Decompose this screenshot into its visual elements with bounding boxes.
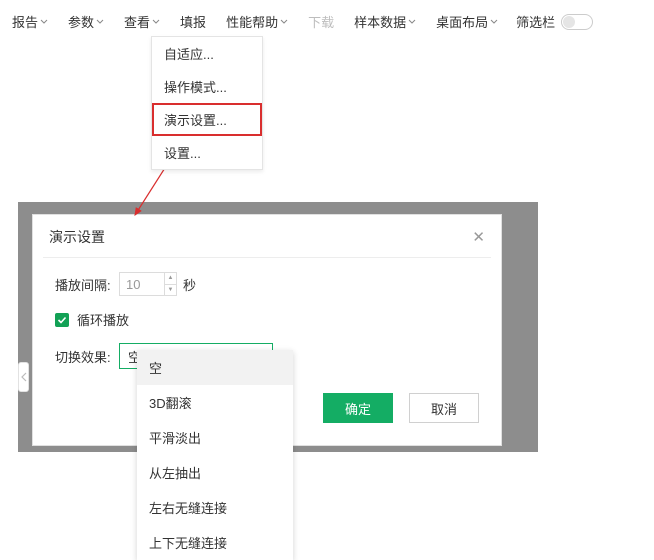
dropdown-item-label: 演示设置... [164,113,227,128]
loop-checkbox[interactable]: 循环播放 [55,310,129,329]
loop-label: 循环播放 [77,310,129,329]
menu-label: 样本数据 [354,12,406,31]
menu-label: 桌面布局 [436,12,488,31]
dropdown-item-label: 设置... [164,146,201,161]
option-3d-roll[interactable]: 3D翻滚 [137,385,293,420]
chevron-down-icon [408,19,416,25]
dropdown-item-opmode[interactable]: 操作模式... [152,70,262,103]
option-label: 从左抽出 [149,466,201,481]
scroll-handle[interactable] [18,362,29,392]
dropdown-item-presentation-settings[interactable]: 演示设置... [152,103,262,136]
cancel-button[interactable]: 取消 [409,393,479,423]
option-label: 3D翻滚 [149,396,192,411]
option-seamless-tb[interactable]: 上下无缝连接 [137,525,293,560]
dropdown-item-settings[interactable]: 设置... [152,136,262,169]
dialog-backdrop: 演示设置 ✕ 播放间隔: ▲ ▼ 秒 [18,202,538,452]
dialog-title: 演示设置 [49,227,105,247]
menu-label: 填报 [180,12,206,31]
menu-label: 下载 [308,12,334,31]
checkbox-checked-icon [55,313,69,327]
menu-perf-help[interactable]: 性能帮助 [216,8,298,35]
interval-unit: 秒 [183,275,196,294]
option-label: 平滑淡出 [149,431,201,446]
menu-label: 查看 [124,12,150,31]
dropdown-item-label: 自适应... [164,47,214,62]
chevron-down-icon [280,19,288,25]
spin-down-icon[interactable]: ▼ [165,285,176,296]
menubar: 报告 参数 查看 填报 性能帮助 下载 样本数据 桌面布局 筛选栏 [0,0,654,45]
interval-label: 播放间隔: [55,275,119,294]
chevron-down-icon [40,19,48,25]
spin-controls: ▲ ▼ [164,273,176,295]
menu-params[interactable]: 参数 [58,8,114,35]
interval-stepper[interactable]: ▲ ▼ [119,272,177,296]
ok-button[interactable]: 确定 [323,393,393,423]
filter-toggle-label: 筛选栏 [516,12,555,31]
spin-up-icon[interactable]: ▲ [165,273,176,285]
option-seamless-lr[interactable]: 左右无缝连接 [137,490,293,525]
chevron-down-icon [490,19,498,25]
menu-label: 性能帮助 [226,12,278,31]
menu-label: 报告 [12,12,38,31]
menu-label: 参数 [68,12,94,31]
button-label: 取消 [431,399,457,418]
button-label: 确定 [345,399,371,418]
option-label: 上下无缝连接 [149,536,227,551]
row-loop: 循环播放 [55,310,479,329]
dropdown-item-adaptive[interactable]: 自适应... [152,37,262,70]
divider [43,257,491,258]
effect-options-list: 空 3D翻滚 平滑淡出 从左抽出 左右无缝连接 上下无缝连接 [137,350,293,560]
toggle-switch-icon[interactable] [561,14,593,30]
row-interval: 播放间隔: ▲ ▼ 秒 [55,272,479,296]
menu-report[interactable]: 报告 [2,8,58,35]
view-dropdown: 自适应... 操作模式... 演示设置... 设置... [151,36,263,170]
chevron-down-icon [152,19,160,25]
option-slide-left[interactable]: 从左抽出 [137,455,293,490]
interval-input[interactable] [120,273,164,295]
menu-view[interactable]: 查看 [114,8,170,35]
option-label: 空 [149,361,162,376]
dropdown-item-label: 操作模式... [164,80,227,95]
effect-label: 切换效果: [55,347,119,366]
chevron-down-icon [96,19,104,25]
option-empty[interactable]: 空 [137,350,293,385]
option-label: 左右无缝连接 [149,501,227,516]
menu-sample-data[interactable]: 样本数据 [344,8,426,35]
close-icon[interactable]: ✕ [472,228,485,246]
filter-toggle[interactable]: 筛选栏 [516,12,593,31]
option-fade[interactable]: 平滑淡出 [137,420,293,455]
menu-download: 下载 [298,8,344,35]
menu-fill[interactable]: 填报 [170,8,216,35]
dialog-header: 演示设置 ✕ [33,215,501,257]
menu-desktop-layout[interactable]: 桌面布局 [426,8,508,35]
